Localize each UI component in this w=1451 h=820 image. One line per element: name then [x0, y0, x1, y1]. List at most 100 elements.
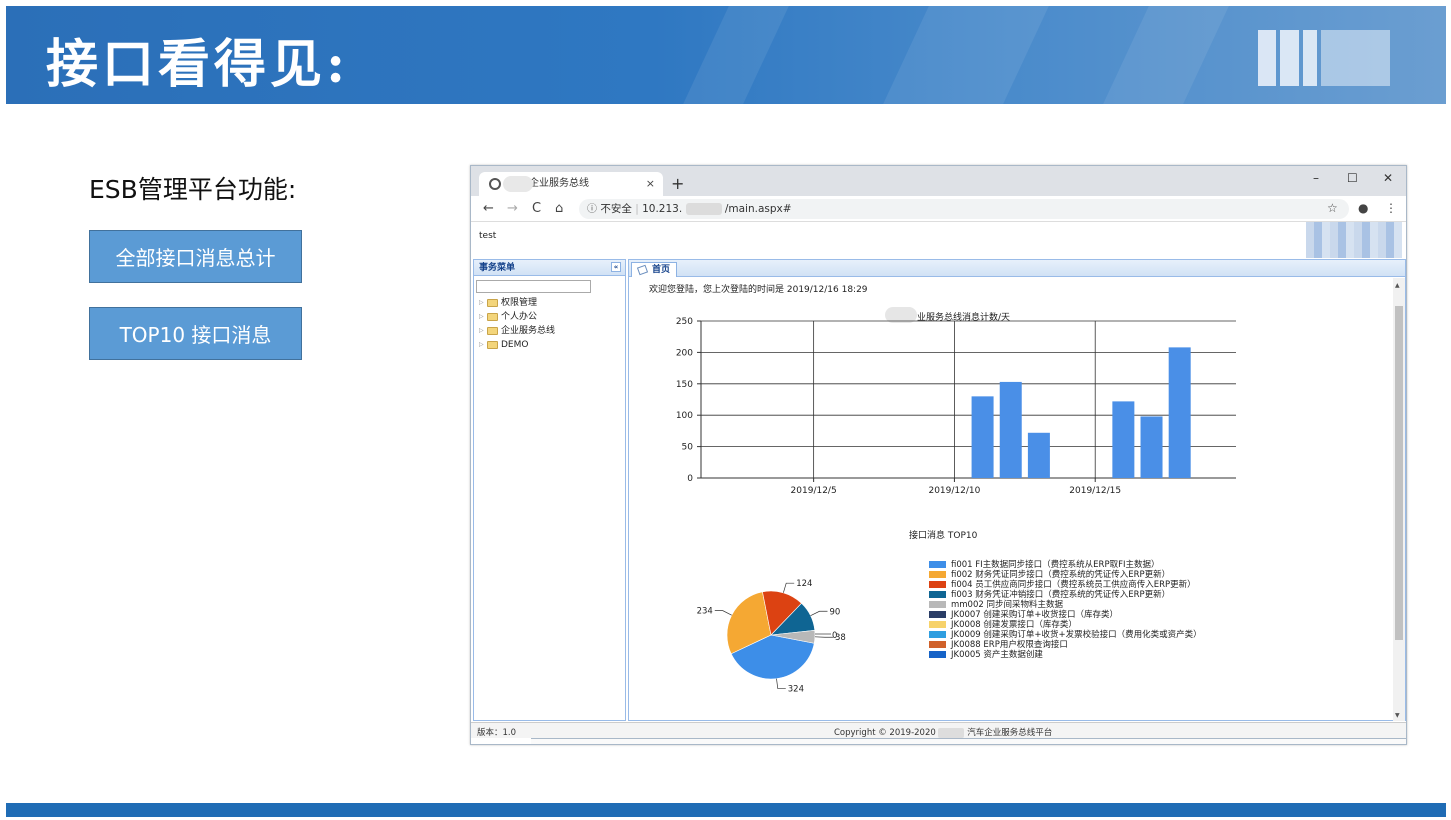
header-banner: 接口看得见:	[6, 6, 1446, 104]
x-tick-label: 2019/12/5	[791, 486, 837, 496]
pie-label-line	[714, 610, 732, 616]
legend-item[interactable]: JK0005 资产主数据创建	[929, 650, 1202, 660]
footer-bar	[6, 803, 1446, 817]
legend-item[interactable]: fi001 FI主数据同步接口（费控系统从ERP取FI主数据）	[929, 560, 1202, 570]
expand-icon[interactable]: ▷	[479, 310, 484, 324]
copyright-prefix: Copyright © 2019-2020	[834, 728, 936, 738]
legend-swatch	[929, 581, 946, 588]
maximize-icon[interactable]: ☐	[1347, 171, 1358, 185]
legend-label: JK0008 创建发票接口（库存类）	[951, 620, 1077, 630]
expand-icon[interactable]: ▷	[479, 338, 484, 352]
star-icon[interactable]: ☆	[1327, 201, 1338, 215]
scroll-thumb[interactable]	[1395, 306, 1403, 640]
menu-item-demo[interactable]: ▷ DEMO	[474, 338, 625, 352]
legend-swatch	[929, 641, 946, 648]
legend-label: mm002 同步间采物料主数据	[951, 600, 1063, 610]
y-tick-label: 50	[682, 443, 694, 453]
all-messages-button[interactable]: 全部接口消息总计	[89, 230, 302, 283]
welcome-message: 欢迎您登陆，您上次登陆的时间是 2019/12/16 18:29	[649, 285, 868, 295]
y-tick-label: 0	[687, 474, 693, 484]
url-suffix: /main.aspx#	[724, 203, 792, 215]
browser-screenshot: 车企业服务总线 × + – ☐ ✕ ← → C ⌂ ⓘ 不安全 | 10.213…	[470, 165, 1407, 745]
info-icon[interactable]: ⓘ	[587, 204, 597, 215]
url-field[interactable]: ⓘ 不安全 | 10.213. /main.aspx#	[579, 199, 1349, 219]
menu-item-label: 个人办公	[501, 312, 538, 322]
new-tab-icon[interactable]: +	[671, 174, 684, 193]
pie-label-line	[810, 610, 828, 616]
company-logo	[1258, 30, 1390, 86]
menu-search-input[interactable]	[476, 280, 591, 293]
legend-swatch	[929, 561, 946, 568]
expand-icon[interactable]: ▷	[479, 324, 484, 338]
status-bar: 版本：1.0 Copyright © 2019-2020 汽车企业服务总线平台	[471, 722, 1406, 738]
legend-swatch	[929, 631, 946, 638]
legend-item[interactable]: fi003 财务凭证冲销接口（费控系统的凭证传入ERP更新）	[929, 590, 1202, 600]
menu-icon[interactable]: ⋮	[1385, 201, 1397, 215]
pie-label: 0	[832, 631, 837, 641]
top10-messages-button[interactable]: TOP10 接口消息	[89, 307, 302, 360]
minimize-icon[interactable]: –	[1313, 171, 1319, 185]
legend-item[interactable]: JK0009 创建采购订单+收货+发票校验接口（费用化类或资产类）	[929, 630, 1202, 640]
browser-tabbar: 车企业服务总线 × + – ☐ ✕	[471, 166, 1406, 196]
collapse-icon[interactable]: «	[611, 262, 621, 272]
redacted-text	[938, 727, 965, 738]
legend-swatch	[929, 591, 946, 598]
current-user: test	[479, 231, 497, 241]
copyright-label: Copyright © 2019-2020 汽车企业服务总线平台	[834, 726, 1052, 738]
legend-label: JK0007 创建采购订单+收货接口（库存类）	[951, 610, 1119, 620]
menu-title: 事务菜单	[479, 263, 516, 273]
home-icon[interactable]: ⌂	[555, 201, 563, 216]
bar-chart: 0 50 100 150 200 250 2019/12/5 2019/12/10 2019/1…	[676, 317, 1236, 496]
expand-icon[interactable]: ▷	[479, 296, 484, 310]
folder-icon	[487, 327, 498, 335]
bar	[1027, 432, 1050, 478]
menu-item-label: 企业服务总线	[501, 326, 556, 336]
legend-label: JK0005 资产主数据创建	[951, 650, 1043, 660]
url-prefix: 10.213.	[642, 203, 683, 215]
scroll-up-icon[interactable]: ▲	[1395, 282, 1400, 289]
menu-item-esb[interactable]: ▷ 企业服务总线	[474, 324, 625, 338]
legend-label: fi003 财务凭证冲销接口（费控系统的凭证传入ERP更新）	[951, 590, 1171, 600]
pie-legend: fi001 FI主数据同步接口（费控系统从ERP取FI主数据） fi002 财务凭…	[929, 560, 1202, 660]
pie-label: 234	[697, 607, 713, 617]
y-tick-label: 150	[676, 380, 693, 390]
legend-item[interactable]: JK0008 创建发票接口（库存类）	[929, 620, 1202, 630]
app-header: test	[471, 222, 1406, 258]
reload-icon[interactable]: C	[532, 201, 541, 216]
slide-title: 接口看得见:	[46, 34, 350, 95]
profile-icon[interactable]: ●	[1358, 201, 1368, 215]
legend-label: JK0009 创建采购订单+收货+发票校验接口（费用化类或资产类）	[951, 630, 1202, 640]
browser-tab[interactable]: 车企业服务总线 ×	[479, 172, 663, 196]
menu-item-label: DEMO	[501, 340, 529, 350]
legend-swatch	[929, 651, 946, 658]
legend-item[interactable]: mm002 同步间采物料主数据	[929, 600, 1202, 610]
window-close-icon[interactable]: ✕	[1383, 171, 1393, 185]
globe-icon	[489, 178, 501, 190]
y-tick-label: 200	[676, 348, 693, 358]
legend-item[interactable]: JK0088 ERP用户权限查询接口	[929, 640, 1202, 650]
folder-icon	[487, 313, 498, 321]
menu-panel: 事务菜单 « ▷ 权限管理 ▷ 个人办公 ▷ 企业服务总线 ▷ DEMO	[473, 259, 626, 721]
legend-item[interactable]: JK0007 创建采购订单+收货接口（库存类）	[929, 610, 1202, 620]
folder-icon	[487, 299, 498, 307]
scrollbar[interactable]: ▲ ▼	[1393, 278, 1405, 721]
bar	[999, 381, 1022, 478]
pie-chart-title: 接口消息 TOP10	[909, 531, 978, 541]
tag-icon	[636, 264, 649, 276]
back-icon[interactable]: ←	[483, 201, 494, 216]
main-panel: 首页 欢迎您登陆，您上次登陆的时间是 2019/12/16 18:29 业服务总…	[628, 259, 1406, 721]
scroll-down-icon[interactable]: ▼	[1395, 712, 1400, 719]
slide: 接口看得见: ESB管理平台功能: 全部接口消息总计 TOP10 接口消息 车企…	[0, 0, 1451, 820]
legend-item[interactable]: fi002 财务凭证同步接口（费控系统的凭证传入ERP更新）	[929, 570, 1202, 580]
tab-home[interactable]: 首页	[631, 262, 677, 277]
menu-item-permissions[interactable]: ▷ 权限管理	[474, 296, 625, 310]
y-tick-label: 100	[676, 411, 693, 421]
legend-item[interactable]: fi004 员工供应商同步接口（费控系统员工供应商传入ERP更新）	[929, 580, 1202, 590]
pie-label-line	[783, 582, 795, 593]
version-label: 版本：1.0	[477, 728, 517, 738]
close-tab-icon[interactable]: ×	[646, 172, 655, 196]
forward-icon[interactable]: →	[507, 201, 518, 216]
bar	[971, 396, 994, 478]
security-label: 不安全	[600, 203, 632, 215]
menu-item-personal[interactable]: ▷ 个人办公	[474, 310, 625, 324]
